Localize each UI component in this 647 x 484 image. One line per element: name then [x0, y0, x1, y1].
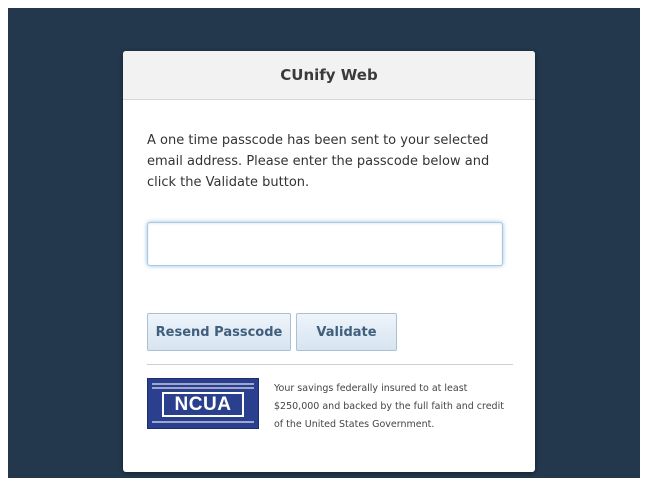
- divider: [147, 364, 513, 365]
- passcode-card: CUnify Web A one time passcode has been …: [123, 51, 535, 472]
- validate-button[interactable]: Validate: [296, 313, 397, 351]
- button-row: Resend Passcode Validate: [147, 313, 511, 351]
- ncua-logo-text: NCUA: [174, 393, 232, 415]
- passcode-input[interactable]: [147, 222, 503, 266]
- insurance-footer: NCUA Your savings federally insured to a…: [147, 378, 511, 434]
- insurance-notice: Your savings federally insured to at lea…: [274, 383, 504, 430]
- card-header: CUnify Web: [123, 51, 535, 100]
- resend-passcode-button[interactable]: Resend Passcode: [147, 313, 291, 351]
- card-title: CUnify Web: [280, 66, 378, 84]
- page-background: CUnify Web A one time passcode has been …: [8, 8, 640, 478]
- card-body: A one time passcode has been sent to you…: [123, 130, 535, 434]
- instruction-message: A one time passcode has been sent to you…: [147, 133, 490, 190]
- ncua-logo: NCUA: [147, 378, 259, 429]
